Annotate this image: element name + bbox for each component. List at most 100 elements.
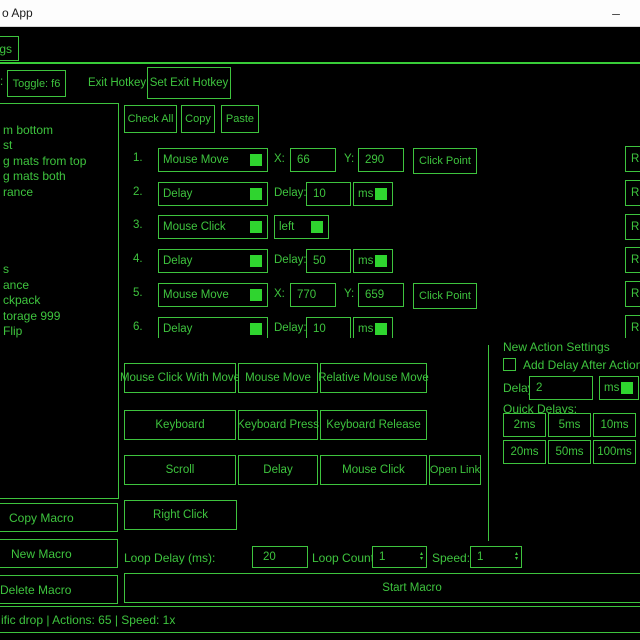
- remove-action-button[interactable]: R: [625, 146, 640, 172]
- delay-unit-dropdown[interactable]: ms: [353, 249, 393, 273]
- macro-list-item[interactable]: ance: [3, 278, 118, 294]
- macro-list-item[interactable]: [3, 231, 118, 247]
- dropdown-indicator-icon: [250, 188, 262, 200]
- add-keyboard-release-button[interactable]: Keyboard Release: [320, 410, 427, 440]
- quick-delay-2ms-button[interactable]: 2ms: [503, 413, 546, 437]
- click-point-button[interactable]: Click Point: [413, 148, 477, 174]
- dropdown-indicator-icon: [250, 255, 262, 267]
- delete-macro-button[interactable]: Delete Macro: [0, 575, 118, 604]
- macro-list-item[interactable]: torage 999: [3, 309, 118, 325]
- action-type-dropdown[interactable]: Mouse Click: [158, 215, 268, 239]
- x-label: X:: [274, 288, 285, 300]
- action-row-number: 1.: [133, 152, 143, 164]
- remove-action-button[interactable]: R: [625, 214, 640, 240]
- delay-unit-dropdown[interactable]: ms: [353, 317, 393, 338]
- delay-input[interactable]: 10: [306, 182, 351, 206]
- action-type-dropdown[interactable]: Delay: [158, 182, 268, 206]
- copy-macro-button[interactable]: Copy Macro: [0, 503, 118, 532]
- check-all-button[interactable]: Check All: [124, 105, 177, 133]
- action-type-dropdown[interactable]: Mouse Move: [158, 283, 268, 307]
- quick-delay-50ms-button[interactable]: 50ms: [548, 440, 591, 464]
- macro-list-item[interactable]: g mats from top: [3, 154, 118, 170]
- macro-list-item[interactable]: rance: [3, 185, 118, 201]
- macro-list-item[interactable]: Flip: [3, 324, 118, 340]
- x-input[interactable]: 770: [290, 283, 336, 307]
- add-mouse-click-button[interactable]: Mouse Click: [320, 455, 427, 485]
- macro-list-item[interactable]: st: [3, 138, 118, 154]
- add-open-link-button[interactable]: Open Link: [429, 455, 481, 485]
- minimize-icon[interactable]: –: [598, 1, 634, 25]
- new-action-settings-title: New Action Settings: [503, 340, 610, 354]
- dropdown-indicator-icon: [375, 255, 387, 267]
- quick-delay-5ms-button[interactable]: 5ms: [548, 413, 591, 437]
- y-input[interactable]: 659: [358, 283, 404, 307]
- macro-list-item[interactable]: s: [3, 262, 118, 278]
- macro-list-item[interactable]: ckpack: [3, 293, 118, 309]
- add-right-click-button[interactable]: Right Click: [124, 500, 237, 530]
- quick-delay-100ms-button[interactable]: 100ms: [593, 440, 636, 464]
- action-row-number: 3.: [133, 219, 143, 231]
- toggle-hotkey-button[interactable]: Toggle: f6: [7, 70, 66, 97]
- start-macro-button[interactable]: Start Macro: [124, 573, 640, 603]
- action-type-dropdown[interactable]: Delay: [158, 249, 268, 273]
- macro-list-item[interactable]: [3, 200, 118, 216]
- add-scroll-button[interactable]: Scroll: [124, 455, 236, 485]
- paste-actions-button[interactable]: Paste: [221, 105, 259, 133]
- click-point-button[interactable]: Click Point: [413, 283, 477, 309]
- quick-delay-10ms-button[interactable]: 10ms: [593, 413, 636, 437]
- copy-actions-button[interactable]: Copy: [181, 105, 215, 133]
- macro-list-item[interactable]: g mats both: [3, 169, 118, 185]
- new-action-delay-input[interactable]: 2: [529, 376, 593, 400]
- stepper-arrows-icon[interactable]: ▴▾: [420, 552, 423, 562]
- set-exit-hotkey-button[interactable]: Set Exit Hotkey: [147, 67, 231, 99]
- menu-settings-button[interactable]: gs: [0, 36, 19, 61]
- window-title: o App: [2, 6, 33, 20]
- new-macro-button[interactable]: New Macro: [0, 539, 118, 568]
- y-label: Y:: [344, 288, 354, 300]
- stepper-arrows-icon[interactable]: ▴▾: [515, 552, 518, 562]
- remove-action-button[interactable]: R: [625, 315, 640, 338]
- delay-input[interactable]: 10: [306, 317, 351, 338]
- dropdown-indicator-icon: [375, 323, 387, 335]
- speed-stepper[interactable]: 1 ▴▾: [470, 546, 522, 568]
- dropdown-indicator-icon: [621, 382, 633, 394]
- quick-delay-20ms-button[interactable]: 20ms: [503, 440, 546, 464]
- loop-count-stepper[interactable]: 1 ▴▾: [372, 546, 427, 568]
- macro-list-item[interactable]: [3, 247, 118, 263]
- remove-action-button[interactable]: R: [625, 281, 640, 307]
- delay-label: Delay:: [274, 254, 307, 266]
- add-mouse-move-button[interactable]: Mouse Move: [238, 363, 318, 393]
- macro-list-item[interactable]: m bottom: [3, 123, 118, 139]
- delay-input[interactable]: 50: [306, 249, 351, 273]
- hotkey-label-fragment: :: [0, 76, 3, 88]
- new-action-delay-unit-value: ms: [600, 382, 621, 394]
- delay-unit-dropdown[interactable]: ms: [353, 182, 393, 206]
- action-type-dropdown[interactable]: Delay: [158, 317, 268, 338]
- macro-list-item[interactable]: [3, 107, 118, 123]
- remove-action-button[interactable]: R: [625, 247, 640, 273]
- action-type-value: Mouse Click: [159, 221, 250, 233]
- action-type-value: Delay: [159, 323, 250, 335]
- dropdown-indicator-icon: [375, 188, 387, 200]
- loop-delay-input[interactable]: 20: [252, 546, 308, 568]
- mouse-button-dropdown[interactable]: left: [274, 215, 329, 239]
- titlebar: o App –: [0, 0, 640, 27]
- x-input[interactable]: 66: [290, 148, 336, 172]
- macro-list-item[interactable]: [3, 216, 118, 232]
- add-keyboard-press-button[interactable]: Keyboard Press: [238, 410, 318, 440]
- delay-label: Delay:: [274, 187, 307, 199]
- delay-unit-value: ms: [354, 323, 375, 335]
- loop-count-value: 1: [379, 551, 385, 563]
- add-keyboard-button[interactable]: Keyboard: [124, 410, 236, 440]
- add-mouse-click-with-move-button[interactable]: Mouse Click With Move: [124, 363, 236, 393]
- menu-divider: [0, 62, 640, 64]
- action-type-dropdown[interactable]: Mouse Move: [158, 148, 268, 172]
- y-input[interactable]: 290: [358, 148, 404, 172]
- add-delay-button[interactable]: Delay: [238, 455, 318, 485]
- new-action-delay-unit-dropdown[interactable]: ms: [599, 376, 639, 400]
- add-delay-after-action-checkbox[interactable]: [503, 358, 516, 371]
- action-type-value: Mouse Move: [159, 154, 250, 166]
- add-relative-mouse-move-button[interactable]: Relative Mouse Move: [320, 363, 427, 393]
- mouse-button-value: left: [275, 221, 311, 233]
- remove-action-button[interactable]: R: [625, 180, 640, 206]
